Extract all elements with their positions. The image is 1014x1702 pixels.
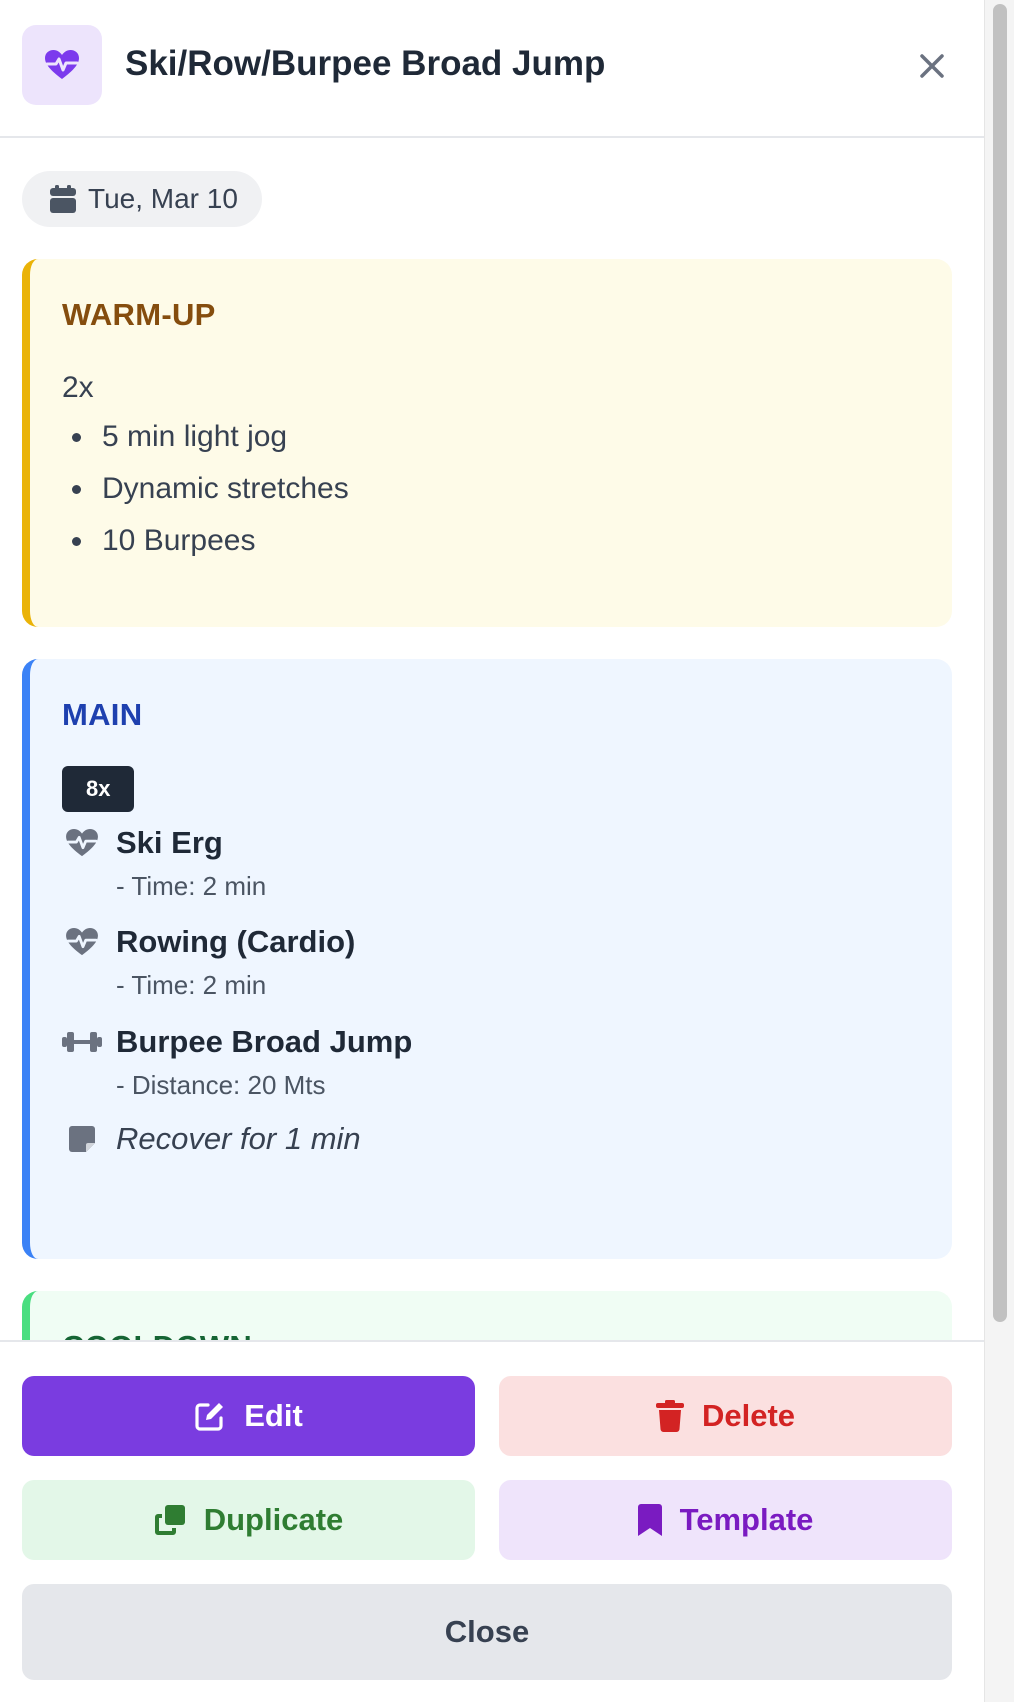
exercise-detail: - Distance: 20 Mts (116, 1070, 326, 1100)
heart-pulse-icon (60, 922, 104, 962)
date-badge: Tue, Mar 10 (22, 171, 262, 227)
exercise-detail: - Time: 2 min (116, 970, 267, 1000)
template-label: Template (679, 1502, 814, 1537)
rounds-badge: 8x (62, 766, 135, 812)
edit-icon (195, 1403, 224, 1431)
dumbbell-icon (60, 1022, 104, 1062)
exercise-name: Rowing (Cardio) (116, 924, 356, 959)
main-title: MAIN (62, 697, 143, 732)
main-section: MAIN 8x Ski Erg - Time: 2 min Rowing (Ca… (22, 659, 952, 1259)
warmup-list: 5 min light jog Dynamic stretches 10 Bur… (72, 411, 349, 567)
list-item: 5 min light jog (72, 411, 349, 463)
cooldown-section: COOLDOWN (22, 1291, 952, 1340)
trash-icon (655, 1400, 684, 1432)
exercise-name: Ski Erg (116, 825, 223, 860)
scrollbar[interactable] (984, 0, 1014, 1702)
note-text: Recover for 1 min (116, 1121, 361, 1156)
edit-button[interactable]: Edit (22, 1376, 475, 1456)
workout-detail-panel: Ski/Row/Burpee Broad Jump Tue, Mar 10 WA… (0, 0, 984, 1702)
list-item: 10 Burpees (72, 515, 349, 567)
header: Ski/Row/Burpee Broad Jump (0, 0, 984, 138)
duplicate-label: Duplicate (203, 1502, 344, 1537)
close-label: Close (444, 1614, 530, 1649)
scrollbar-thumb[interactable] (993, 4, 1007, 1322)
bookmark-icon (637, 1504, 662, 1536)
note-icon (60, 1119, 104, 1159)
warmup-rounds: 2x (62, 371, 94, 404)
calendar-icon (50, 185, 76, 213)
action-bar: Edit Delete Duplicate Template Close (0, 1340, 984, 1702)
workout-type-badge (22, 25, 102, 105)
warmup-title: WARM-UP (62, 297, 216, 332)
delete-label: Delete (701, 1398, 796, 1433)
cooldown-title: COOLDOWN (62, 1329, 252, 1340)
date-label: Tue, Mar 10 (88, 183, 238, 214)
heart-pulse-icon (45, 50, 79, 79)
duplicate-button[interactable]: Duplicate (22, 1480, 475, 1560)
delete-button[interactable]: Delete (499, 1376, 952, 1456)
list-item: Dynamic stretches (72, 463, 349, 515)
exercise-detail: - Time: 2 min (116, 871, 267, 901)
edit-label: Edit (244, 1398, 303, 1433)
workout-content[interactable]: Tue, Mar 10 WARM-UP 2x 5 min light jog D… (0, 140, 984, 1340)
close-button[interactable]: Close (22, 1584, 952, 1680)
exercise-name: Burpee Broad Jump (116, 1024, 413, 1059)
warmup-section: WARM-UP 2x 5 min light jog Dynamic stret… (22, 259, 952, 627)
close-icon[interactable] (912, 46, 952, 86)
template-button[interactable]: Template (499, 1480, 952, 1560)
heart-pulse-icon (60, 823, 104, 863)
copy-icon (154, 1505, 185, 1535)
workout-title: Ski/Row/Burpee Broad Jump (125, 44, 606, 83)
